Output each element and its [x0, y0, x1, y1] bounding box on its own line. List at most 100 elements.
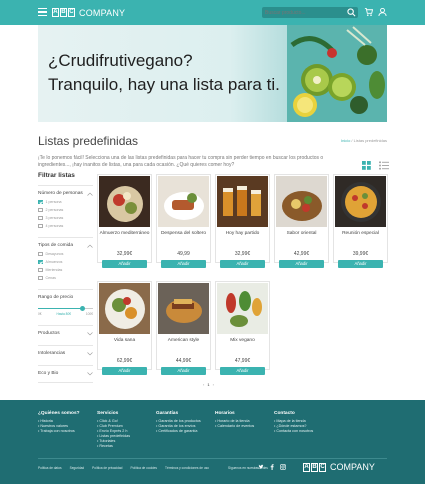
- option-almuerzos[interactable]: Almuerzos: [38, 259, 93, 264]
- checkbox[interactable]: [38, 267, 43, 272]
- product-card[interactable]: American style 44,99€ Añadir: [156, 281, 211, 375]
- next-page-button[interactable]: ›: [213, 382, 214, 387]
- breadcrumb-home[interactable]: Inicio: [341, 138, 350, 143]
- footer-link[interactable]: • Trabaja con nosotros: [38, 429, 80, 434]
- vegetables-image: [287, 25, 387, 122]
- product-card[interactable]: Vida sana 62,99€ Añadir: [97, 281, 152, 375]
- grid-view-icon[interactable]: [362, 161, 371, 170]
- filter-meal-type[interactable]: Tipos de comida Desayunos Almuerzos Meri…: [38, 237, 93, 283]
- product-card[interactable]: Hoy hay partido 32,99€ Añadir: [215, 174, 270, 268]
- filter-intolerances[interactable]: Intolerancias: [38, 345, 93, 363]
- chevron-down-icon[interactable]: [87, 372, 93, 376]
- checkbox[interactable]: [38, 207, 43, 212]
- facebook-icon[interactable]: [269, 464, 275, 470]
- list-view-icon[interactable]: [379, 161, 390, 170]
- filter-people[interactable]: Número de personas 1 persona 2 personas …: [38, 185, 93, 231]
- chevron-up-icon[interactable]: [87, 244, 93, 248]
- search-input[interactable]: [265, 7, 345, 18]
- product-price: 39,99€: [352, 251, 369, 257]
- product-image: [217, 283, 268, 334]
- option-1-persona[interactable]: 1 persona: [38, 199, 93, 204]
- page-intro: ¡Te lo ponemos fácil! Selecciona una de …: [38, 155, 324, 168]
- checkbox-checked[interactable]: [38, 199, 43, 204]
- add-button[interactable]: Añadir: [220, 260, 265, 268]
- add-button[interactable]: Añadir: [161, 367, 206, 375]
- product-card[interactable]: Despensa del soltero 49,99 Añadir: [156, 174, 211, 268]
- page-1-button[interactable]: 1: [207, 382, 209, 387]
- option-2-personas[interactable]: 2 personas: [38, 207, 93, 212]
- slider-fill: [38, 308, 82, 309]
- instagram-icon[interactable]: [280, 464, 286, 470]
- filter-people-label: Número de personas: [38, 191, 83, 196]
- legal-link[interactable]: Política de privacidad: [92, 466, 122, 470]
- add-button[interactable]: Añadir: [220, 367, 265, 375]
- legal-link[interactable]: Política de datos: [38, 466, 62, 470]
- price-min: 0€: [38, 312, 42, 316]
- checkbox-checked[interactable]: [38, 259, 43, 264]
- footer-link[interactable]: • Contacta con nosotros: [274, 429, 313, 434]
- hero-banner: ¿Crudifrutivegano? Tranquilo, hay una lis…: [38, 25, 387, 122]
- add-button[interactable]: Añadir: [102, 367, 147, 375]
- product-card[interactable]: Mix vegano 47,99€ Añadir: [215, 281, 270, 375]
- price-max: 100€: [85, 312, 93, 316]
- option-cenas[interactable]: Cenas: [38, 275, 93, 280]
- brand-logo[interactable]: A B C COMPANY: [52, 5, 125, 20]
- add-button[interactable]: Añadir: [102, 260, 147, 268]
- slider-handle[interactable]: [79, 306, 85, 311]
- footer-col-contact: Contacto • Mapa de la tienda • ¿Dónde es…: [274, 411, 313, 434]
- add-button[interactable]: Añadir: [161, 260, 206, 268]
- twitter-icon[interactable]: [258, 464, 264, 470]
- menu-icon[interactable]: [38, 8, 47, 17]
- add-button[interactable]: Añadir: [279, 260, 324, 268]
- search-box: [262, 7, 358, 18]
- price-slider[interactable]: [38, 304, 93, 312]
- product-name: Despensa del soltero: [160, 231, 207, 236]
- page-title: Listas predefinidas: [38, 134, 139, 148]
- product-name: Almuerzo mediterráneo: [99, 231, 150, 236]
- add-button[interactable]: Añadir: [338, 260, 383, 268]
- filter-products-label: Productos: [38, 331, 60, 336]
- checkbox[interactable]: [38, 251, 43, 256]
- product-price: 47,99€: [234, 358, 251, 364]
- checkbox[interactable]: [38, 275, 43, 280]
- legal-link[interactable]: Política de cookies: [130, 466, 157, 470]
- chevron-up-icon[interactable]: [87, 192, 93, 196]
- site-footer: ¿Quiénes somos? • Historia • Nuestros va…: [0, 400, 425, 484]
- option-label: 1 persona: [45, 199, 62, 204]
- legal-link[interactable]: Términos y condiciones de uso: [165, 466, 209, 470]
- prev-page-button[interactable]: ‹: [203, 382, 204, 387]
- footer-link[interactable]: • Calendario de eventos: [215, 424, 254, 429]
- product-price: 49,99: [177, 251, 190, 257]
- chevron-down-icon[interactable]: [87, 352, 93, 356]
- filter-eco[interactable]: Eco y Bio: [38, 365, 93, 383]
- legal-link[interactable]: Seguridad: [70, 466, 85, 470]
- user-icon[interactable]: [378, 7, 387, 17]
- filter-products[interactable]: Productos: [38, 325, 93, 343]
- footer-divider: [38, 458, 387, 459]
- checkbox[interactable]: [38, 215, 43, 220]
- option-desayunos[interactable]: Desayunos: [38, 251, 93, 256]
- footer-link[interactable]: • Recetas: [97, 444, 130, 449]
- option-3-personas[interactable]: 3 personas: [38, 215, 93, 220]
- product-card[interactable]: Sabor oriental 42,99€ Añadir: [274, 174, 329, 268]
- filter-price-label: Rango de precio: [38, 295, 74, 300]
- footer-brand-logo[interactable]: A B C COMPANY: [303, 462, 375, 472]
- product-card[interactable]: Reunión especial 39,99€ Añadir: [333, 174, 388, 268]
- filter-intolerances-label: Intolerancias: [38, 351, 66, 356]
- option-4-personas[interactable]: 4 personas: [38, 223, 93, 228]
- option-label: 3 personas: [45, 215, 64, 220]
- option-meriendas[interactable]: Meriendas: [38, 267, 93, 272]
- checkbox[interactable]: [38, 223, 43, 228]
- footer-link[interactable]: • Certificados de garantía: [156, 429, 201, 434]
- chevron-down-icon[interactable]: [87, 332, 93, 336]
- search-icon[interactable]: [347, 8, 356, 17]
- product-image: [158, 176, 209, 227]
- cart-icon[interactable]: [364, 7, 373, 17]
- product-image: [99, 283, 150, 334]
- product-card[interactable]: Almuerzo mediterráneo 32,99€ Añadir: [97, 174, 152, 268]
- price-selected: Hasta 80€: [56, 312, 71, 316]
- logo-letter-b: B: [60, 8, 67, 17]
- legal-links: Política de datos Seguridad Política de …: [38, 466, 209, 470]
- product-image: [217, 176, 268, 227]
- product-name: American style: [167, 338, 200, 343]
